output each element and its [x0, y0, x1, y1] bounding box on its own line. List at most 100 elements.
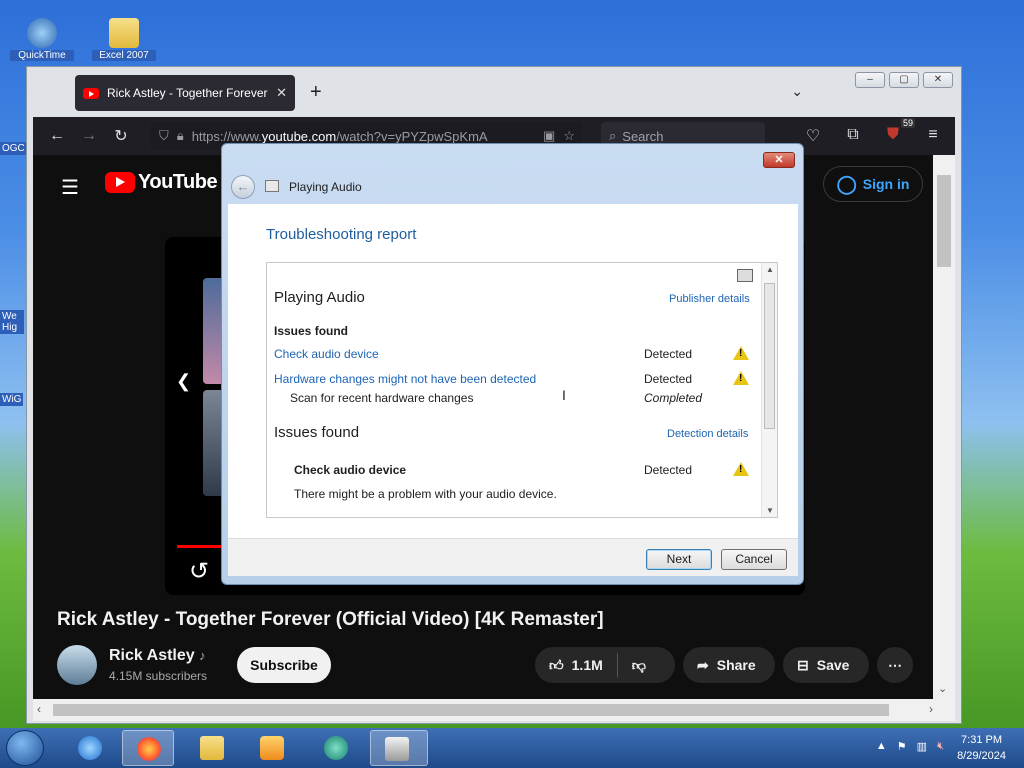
- taskbar-internet-explorer[interactable]: [64, 730, 116, 766]
- divider: [616, 653, 618, 677]
- app-icon: [324, 736, 348, 760]
- scroll-up-arrow-icon[interactable]: ▲: [766, 265, 774, 274]
- tab-bar: Rick Astley - Together Forever ( ✕ + ⌄: [27, 67, 961, 117]
- back-arrow-icon[interactable]: ←: [41, 127, 73, 145]
- volume-muted-icon[interactable]: 🔇︎: [937, 740, 944, 753]
- dialog-close-button[interactable]: ✕: [763, 152, 795, 168]
- detail-status: Detected: [644, 463, 693, 477]
- more-actions-button[interactable]: ⋯: [877, 647, 913, 683]
- subscriber-count: 4.15M subscribers: [109, 669, 208, 683]
- taskbar-firefox[interactable]: [122, 730, 174, 766]
- shield-icon[interactable]: ⛉: [159, 128, 169, 144]
- dialog-body: Troubleshooting report Playing Audio Pub…: [228, 204, 798, 538]
- action-center-flag-icon[interactable]: ⚑: [897, 740, 907, 753]
- account-icon: ◯: [836, 173, 857, 194]
- music-note-icon: ♪: [199, 648, 206, 663]
- issue-link-check-audio[interactable]: Check audio device: [274, 347, 379, 361]
- clock[interactable]: 7:31 PM 8/29/2024: [957, 732, 1006, 764]
- tab-title: Rick Astley - Together Forever (: [107, 86, 269, 100]
- list-tabs-chevron-icon[interactable]: ⌄: [791, 83, 803, 100]
- start-button[interactable]: [6, 730, 44, 766]
- desktop-icon-quicktime[interactable]: QuickTime: [10, 18, 74, 61]
- picture-in-picture-icon[interactable]: ▣: [543, 128, 555, 144]
- desktop-edge-label: We Hig: [0, 310, 24, 334]
- desktop-icon-label: Excel 2007: [92, 50, 156, 61]
- printer-icon[interactable]: [737, 269, 753, 282]
- forward-arrow-icon[interactable]: →: [73, 127, 105, 145]
- like-count: 1.1M: [571, 657, 603, 673]
- reload-icon[interactable]: ↻: [105, 126, 137, 146]
- troubleshooter-icon: [385, 737, 409, 761]
- issue-link-hardware-changes[interactable]: Hardware changes might not have been det…: [274, 372, 536, 386]
- cancel-button[interactable]: Cancel: [721, 549, 787, 570]
- close-tab-icon[interactable]: ✕: [276, 85, 287, 101]
- video-progress-bar[interactable]: [177, 545, 221, 548]
- warning-icon: [733, 371, 749, 385]
- detail-description: There might be a problem with your audio…: [294, 487, 557, 501]
- new-tab-button[interactable]: +: [310, 81, 322, 104]
- back-arrow-icon[interactable]: ←: [231, 175, 255, 199]
- report-scrollbar[interactable]: ▲ ▼: [761, 263, 777, 517]
- section-title: Playing Audio: [274, 289, 365, 306]
- scrollbar-thumb[interactable]: [937, 175, 951, 267]
- share-label: Share: [716, 657, 756, 673]
- network-icon[interactable]: ▥: [917, 740, 927, 753]
- troubleshooter-app-icon: [265, 180, 279, 192]
- sub-step-status: Completed: [644, 391, 703, 405]
- subscribe-button[interactable]: Subscribe: [237, 647, 331, 683]
- hamburger-menu-icon[interactable]: ≡: [917, 126, 949, 146]
- youtube-logo-text: YouTube: [138, 171, 218, 193]
- bookmark-icon: ⊟: [797, 656, 809, 673]
- share-button[interactable]: ➦ Share: [683, 647, 775, 683]
- youtube-play-icon: [105, 172, 135, 193]
- scroll-right-arrow-icon[interactable]: ›: [929, 702, 933, 716]
- thumbs-down-icon[interactable]: 👎︎: [632, 657, 646, 674]
- next-button[interactable]: Next: [646, 549, 712, 570]
- publisher-details-link[interactable]: Publisher details: [669, 293, 750, 305]
- warning-icon: [733, 462, 749, 476]
- quicktime-icon: [27, 18, 57, 48]
- detection-details-link[interactable]: Detection details: [667, 428, 748, 440]
- menu-icon[interactable]: ☰: [61, 175, 79, 200]
- sign-in-label: Sign in: [862, 176, 910, 192]
- desktop-edge-label: WiG: [0, 393, 24, 406]
- horizontal-scrollbar[interactable]: ‹ ›: [33, 699, 955, 721]
- vertical-scrollbar[interactable]: ⌄: [933, 155, 955, 699]
- issues-found-label: Issues found: [274, 324, 349, 338]
- replay-icon[interactable]: ↺: [189, 557, 209, 586]
- tab-youtube[interactable]: Rick Astley - Together Forever ( ✕: [75, 75, 295, 111]
- desktop-icon-excel[interactable]: Excel 2007: [92, 18, 156, 61]
- video-title: Rick Astley - Together Forever (Official…: [57, 609, 604, 630]
- channel-avatar[interactable]: [57, 645, 97, 685]
- extensions-icon[interactable]: ⧉: [837, 126, 869, 146]
- ublock-badge: 59: [900, 118, 915, 128]
- save-button[interactable]: ⊟ Save: [783, 647, 869, 683]
- youtube-logo[interactable]: YouTube: [105, 171, 218, 194]
- scroll-down-arrow-icon[interactable]: ⌄: [938, 682, 947, 695]
- taskbar-app[interactable]: [310, 730, 362, 766]
- show-hidden-icons-icon[interactable]: ▲: [876, 740, 887, 753]
- bookmark-star-icon[interactable]: ☆: [563, 128, 575, 144]
- scrollbar-thumb[interactable]: [764, 283, 775, 429]
- taskbar-media-player[interactable]: [246, 730, 298, 766]
- issue-status: Detected: [644, 347, 693, 361]
- scroll-left-arrow-icon[interactable]: ‹: [37, 702, 41, 716]
- ublock-icon[interactable]: ⛊ 59: [877, 118, 915, 146]
- taskbar-troubleshooter[interactable]: [370, 730, 428, 766]
- lock-icon[interactable]: 🔒︎: [177, 128, 184, 144]
- chevron-left-icon[interactable]: ❮: [176, 371, 191, 392]
- sign-in-button[interactable]: ◯ Sign in: [823, 166, 923, 202]
- toolbar-right-icons: ♡ ⧉ ⛊ 59 ≡: [797, 118, 955, 146]
- system-tray: ▲ ⚑ ▥ 🔇︎: [876, 740, 944, 753]
- channel-name[interactable]: Rick Astley ♪: [109, 647, 206, 665]
- troubleshooter-dialog: ✕ ← Playing Audio Troubleshooting report…: [221, 143, 804, 585]
- url-text: https://www.youtube.com/watch?v=yPYZpwSp…: [191, 128, 488, 144]
- scrollbar-thumb[interactable]: [53, 704, 889, 716]
- taskbar-file-explorer[interactable]: [186, 730, 238, 766]
- scroll-down-arrow-icon[interactable]: ▼: [766, 506, 774, 515]
- issue-status: Detected: [644, 372, 693, 386]
- dialog-footer: Next Cancel: [228, 538, 798, 576]
- pocket-icon[interactable]: ♡: [797, 126, 829, 146]
- thumbs-up-icon: 👍︎: [549, 656, 564, 673]
- like-button[interactable]: 👍︎ 1.1M 👎︎: [535, 647, 675, 683]
